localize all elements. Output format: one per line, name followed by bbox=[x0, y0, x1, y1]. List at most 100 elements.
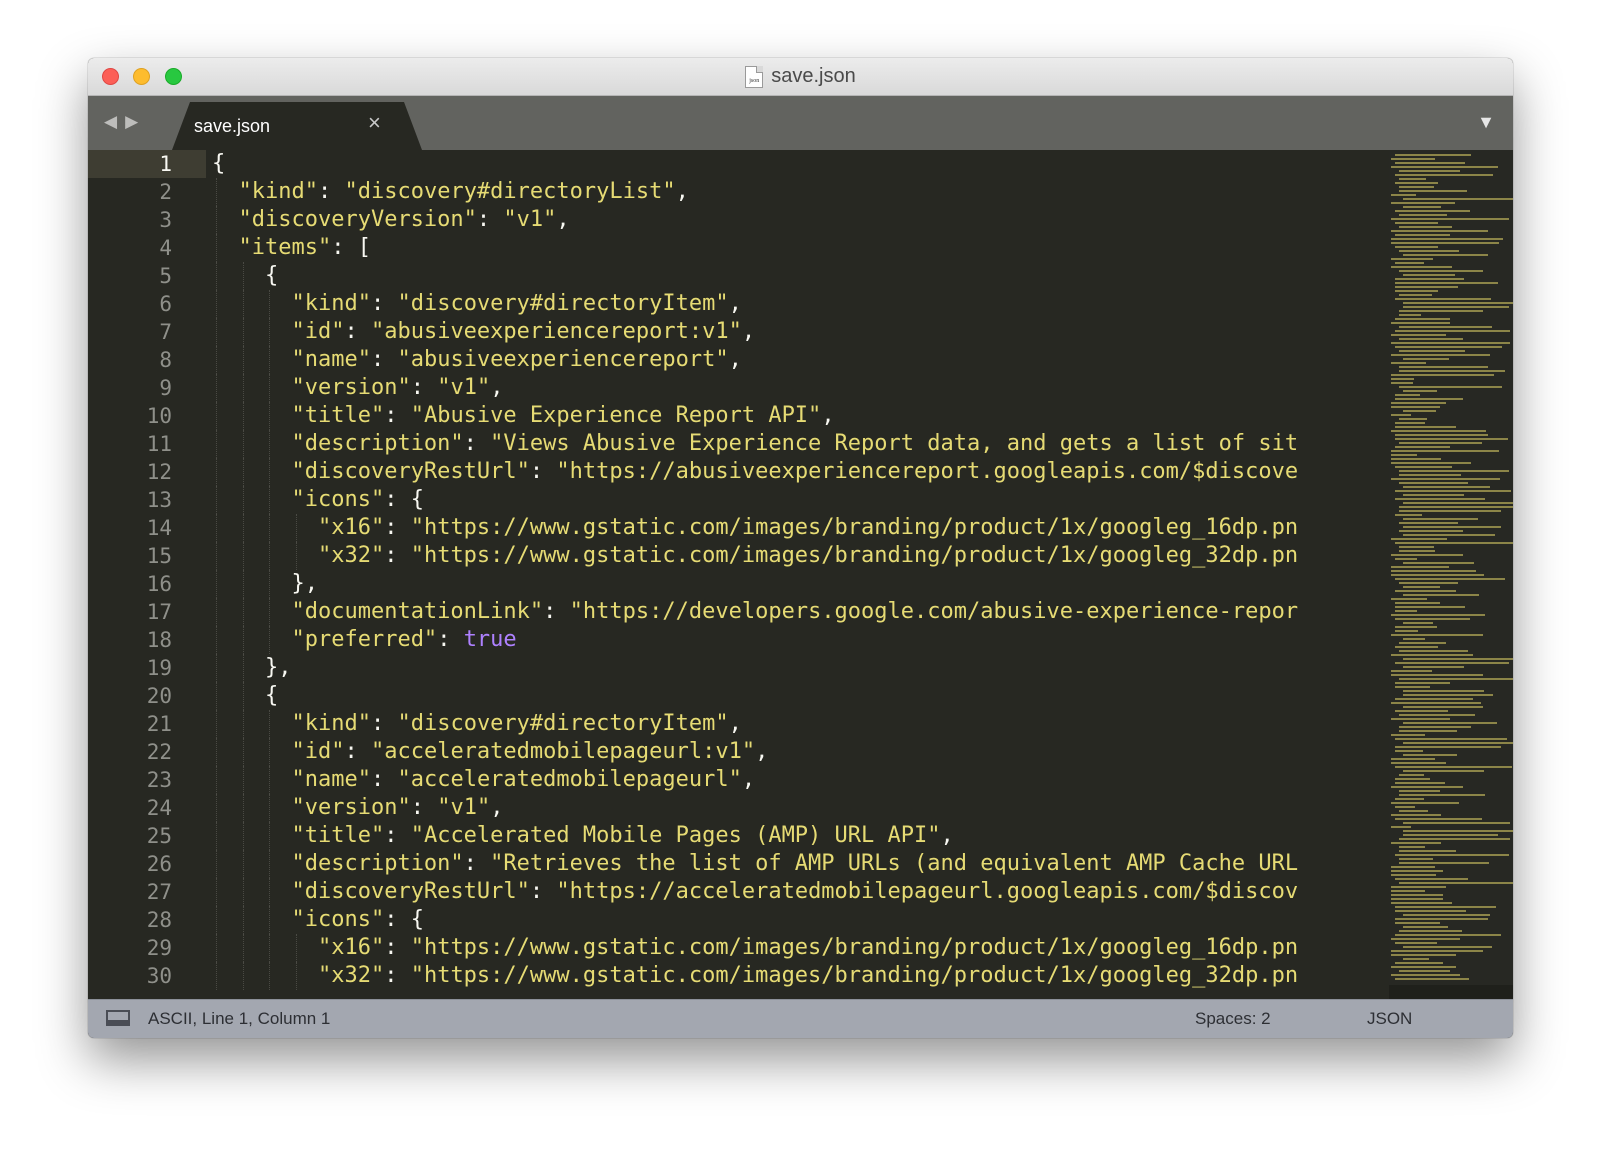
minimap-line bbox=[1395, 182, 1438, 184]
indent-guide bbox=[242, 794, 244, 822]
status-indentation[interactable]: Spaces: 2 bbox=[1195, 1009, 1271, 1029]
tab-menu-chevron-icon[interactable]: ▼ bbox=[1477, 112, 1495, 133]
minimap-line bbox=[1391, 158, 1435, 160]
indent-guide bbox=[216, 934, 217, 962]
indent-guide bbox=[242, 262, 244, 290]
minimap-line bbox=[1403, 306, 1509, 308]
status-syntax[interactable]: JSON bbox=[1367, 1009, 1412, 1029]
line-number: 1 bbox=[159, 152, 172, 176]
minimap-line bbox=[1403, 926, 1448, 928]
minimap-line bbox=[1399, 790, 1440, 792]
indent-guide bbox=[242, 906, 244, 934]
line-number: 25 bbox=[146, 824, 172, 848]
json-punctuation: : bbox=[437, 627, 464, 652]
minimap-line bbox=[1403, 754, 1457, 756]
json-key: "x32" bbox=[317, 543, 385, 568]
json-punctuation: , bbox=[728, 291, 742, 316]
minimap-line bbox=[1395, 750, 1423, 752]
minimap-line bbox=[1391, 406, 1440, 408]
json-key: "items" bbox=[238, 235, 332, 260]
line-number: 12 bbox=[146, 460, 172, 484]
panel-toggle-icon[interactable] bbox=[106, 1010, 130, 1026]
indent-guide bbox=[242, 766, 244, 794]
json-punctuation: , bbox=[741, 319, 756, 344]
minimap-line bbox=[1403, 410, 1436, 412]
json-punctuation: , bbox=[755, 739, 769, 764]
code-line: "kind": "discovery#directoryItem", bbox=[212, 710, 741, 738]
code-line: "title": "Accelerated Mobile Pages (AMP)… bbox=[212, 822, 953, 850]
indent-guide bbox=[269, 430, 270, 458]
indent-guide bbox=[269, 878, 270, 906]
tab-save-json[interactable]: save.json × bbox=[172, 102, 422, 150]
code-view[interactable]: { "kind": "discovery#directoryList", "di… bbox=[212, 150, 1358, 1000]
minimap-line bbox=[1399, 226, 1452, 228]
json-punctuation: : { bbox=[384, 907, 424, 932]
code-line: "kind": "discovery#directoryList", bbox=[212, 178, 689, 206]
minimap-line bbox=[1395, 662, 1509, 664]
minimap-line bbox=[1395, 798, 1424, 800]
minimap-line bbox=[1395, 298, 1491, 300]
line-number: 6 bbox=[159, 292, 172, 316]
minimap-line bbox=[1399, 170, 1460, 172]
json-string: "https://www.gstatic.com/images/branding… bbox=[410, 515, 1299, 540]
minimap-line bbox=[1391, 938, 1460, 940]
minimap-line bbox=[1399, 642, 1446, 644]
indent-guide bbox=[216, 318, 217, 346]
indent-guide bbox=[269, 906, 270, 934]
json-punctuation: : bbox=[370, 711, 398, 736]
minimap-line bbox=[1403, 722, 1497, 724]
indent-guide bbox=[216, 262, 217, 290]
line-number: 29 bbox=[146, 936, 172, 960]
json-punctuation: { bbox=[212, 151, 226, 176]
json-punctuation: : bbox=[384, 823, 411, 848]
indent-guide bbox=[269, 570, 270, 598]
indent-guide bbox=[242, 374, 244, 402]
line-number: 18 bbox=[146, 628, 172, 652]
editor-area[interactable]: 1 2 3 4 5 6 7 8 9 10 11 12 13 14 15 16 17 18 19 20 21 22 23 24 2… bbox=[88, 150, 1513, 1000]
line-number: 28 bbox=[146, 908, 172, 932]
code-line: { bbox=[212, 682, 278, 710]
code-line: "discoveryRestUrl": "https://abusiveexpe… bbox=[212, 458, 1298, 486]
minimap-line bbox=[1403, 914, 1490, 916]
json-punctuation bbox=[212, 711, 291, 736]
minimap-line bbox=[1395, 398, 1463, 400]
code-line: "name": "abusiveexperiencereport", bbox=[212, 346, 742, 374]
minimap-line bbox=[1403, 638, 1425, 640]
tab-close-icon[interactable]: × bbox=[368, 112, 381, 134]
json-punctuation: , bbox=[556, 207, 570, 232]
code-line: { bbox=[212, 262, 278, 290]
indent-guide bbox=[242, 654, 244, 682]
indent-guide bbox=[216, 234, 217, 262]
indent-guide bbox=[242, 934, 244, 962]
json-key: "kind" bbox=[238, 179, 318, 204]
minimap[interactable] bbox=[1389, 150, 1513, 1000]
indent-guide bbox=[242, 542, 244, 570]
minimap-line bbox=[1391, 874, 1436, 876]
json-key: "id" bbox=[291, 319, 345, 344]
json-punctuation: : bbox=[463, 851, 491, 876]
tab-back-icon[interactable]: ◀ bbox=[104, 113, 117, 130]
minimap-line bbox=[1399, 366, 1488, 368]
json-key: "preferred" bbox=[291, 627, 438, 652]
json-punctuation: , bbox=[728, 347, 742, 372]
minimap-line bbox=[1391, 322, 1450, 324]
json-punctuation bbox=[212, 963, 318, 988]
minimap-line bbox=[1399, 970, 1450, 972]
code-line: "x32": "https://www.gstatic.com/images/b… bbox=[212, 542, 1298, 570]
line-number: 8 bbox=[159, 348, 172, 372]
minimap-line bbox=[1403, 494, 1464, 496]
minimap-line bbox=[1395, 578, 1505, 580]
minimap-line bbox=[1391, 802, 1459, 804]
tab-forward-icon[interactable]: ▶ bbox=[125, 113, 138, 130]
minimap-line bbox=[1391, 902, 1452, 904]
code-line: "x16": "https://www.gstatic.com/images/b… bbox=[212, 934, 1298, 962]
code-line: "discoveryVersion": "v1", bbox=[212, 206, 570, 234]
minimap-line bbox=[1403, 198, 1513, 200]
minimap-line bbox=[1395, 738, 1507, 740]
json-punctuation bbox=[212, 347, 291, 372]
minimap-line bbox=[1395, 854, 1509, 856]
json-punctuation bbox=[212, 291, 291, 316]
minimap-line bbox=[1391, 894, 1443, 896]
json-key: "discoveryRestUrl" bbox=[291, 879, 530, 904]
minimap-line bbox=[1391, 218, 1509, 220]
